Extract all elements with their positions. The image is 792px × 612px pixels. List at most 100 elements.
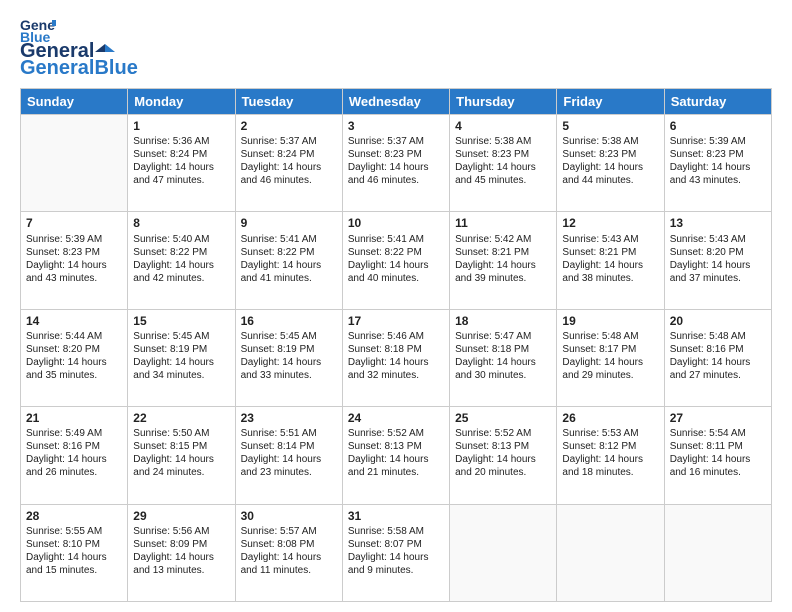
day-number: 17 bbox=[348, 313, 444, 329]
day-info: Sunrise: 5:36 AMSunset: 8:24 PMDaylight:… bbox=[133, 135, 229, 187]
day-header-saturday: Saturday bbox=[664, 89, 771, 115]
day-number: 25 bbox=[455, 410, 551, 426]
day-info: Sunrise: 5:39 AMSunset: 8:23 PMDaylight:… bbox=[670, 135, 766, 187]
calendar-day: 14Sunrise: 5:44 AMSunset: 8:20 PMDayligh… bbox=[21, 309, 128, 406]
day-number: 30 bbox=[241, 508, 337, 524]
calendar-header-row: SundayMondayTuesdayWednesdayThursdayFrid… bbox=[21, 89, 772, 115]
calendar-day: 30Sunrise: 5:57 AMSunset: 8:08 PMDayligh… bbox=[235, 504, 342, 601]
calendar-day bbox=[664, 504, 771, 601]
calendar-day: 12 Sunrise: 5:43 AMSunset: 8:21 PMDayligh… bbox=[557, 212, 664, 309]
day-info: Sunrise: 5:52 AMSunset: 8:13 PMDaylight:… bbox=[455, 427, 551, 479]
day-number: 18 bbox=[455, 313, 551, 329]
day-info: Sunrise: 5:39 AMSunset: 8:23 PMDaylight:… bbox=[26, 233, 122, 285]
calendar-day: 27Sunrise: 5:54 AMSunset: 8:11 PMDayligh… bbox=[664, 407, 771, 504]
day-header-friday: Friday bbox=[557, 89, 664, 115]
day-info: Sunrise: 5:42 AMSunset: 8:21 PMDaylight:… bbox=[455, 233, 551, 285]
calendar-day: 5Sunrise: 5:38 AMSunset: 8:23 PMDaylight… bbox=[557, 115, 664, 212]
calendar-week-0: 1Sunrise: 5:36 AMSunset: 8:24 PMDaylight… bbox=[21, 115, 772, 212]
calendar-day: 24Sunrise: 5:52 AMSunset: 8:13 PMDayligh… bbox=[342, 407, 449, 504]
day-info: Sunrise: 5:47 AMSunset: 8:18 PMDaylight:… bbox=[455, 330, 551, 382]
day-number: 13 bbox=[670, 215, 766, 231]
calendar-day: 11 Sunrise: 5:42 AMSunset: 8:21 PMDayligh… bbox=[450, 212, 557, 309]
day-header-wednesday: Wednesday bbox=[342, 89, 449, 115]
day-info: Sunrise: 5:49 AMSunset: 8:16 PMDaylight:… bbox=[26, 427, 122, 479]
day-info: Sunrise: 5:53 AMSunset: 8:12 PMDaylight:… bbox=[562, 427, 658, 479]
day-info: Sunrise: 5:37 AMSunset: 8:23 PMDaylight:… bbox=[348, 135, 444, 187]
day-info: Sunrise: 5:41 AMSunset: 8:22 PMDaylight:… bbox=[348, 233, 444, 285]
day-info: Sunrise: 5:52 AMSunset: 8:13 PMDaylight:… bbox=[348, 427, 444, 479]
day-number: 23 bbox=[241, 410, 337, 426]
day-info: Sunrise: 5:41 AMSunset: 8:22 PMDaylight:… bbox=[241, 233, 337, 285]
day-number: 24 bbox=[348, 410, 444, 426]
day-number: 8 bbox=[133, 215, 229, 231]
calendar-week-1: 7Sunrise: 5:39 AMSunset: 8:23 PMDaylight… bbox=[21, 212, 772, 309]
day-number: 12 bbox=[562, 215, 658, 231]
day-info: Sunrise: 5:38 AMSunset: 8:23 PMDaylight:… bbox=[455, 135, 551, 187]
calendar-day bbox=[21, 115, 128, 212]
page: General Blue General GeneralBlue bbox=[0, 0, 792, 612]
day-number: 4 bbox=[455, 118, 551, 134]
day-info: Sunrise: 5:48 AMSunset: 8:16 PMDaylight:… bbox=[670, 330, 766, 382]
calendar-day bbox=[557, 504, 664, 601]
day-header-monday: Monday bbox=[128, 89, 235, 115]
calendar-day: 26Sunrise: 5:53 AMSunset: 8:12 PMDayligh… bbox=[557, 407, 664, 504]
day-number: 19 bbox=[562, 313, 658, 329]
day-info: Sunrise: 5:51 AMSunset: 8:14 PMDaylight:… bbox=[241, 427, 337, 479]
day-info: Sunrise: 5:50 AMSunset: 8:15 PMDaylight:… bbox=[133, 427, 229, 479]
day-info: Sunrise: 5:38 AMSunset: 8:23 PMDaylight:… bbox=[562, 135, 658, 187]
calendar-day: 16Sunrise: 5:45 AMSunset: 8:19 PMDayligh… bbox=[235, 309, 342, 406]
calendar-day: 1Sunrise: 5:36 AMSunset: 8:24 PMDaylight… bbox=[128, 115, 235, 212]
calendar-table: SundayMondayTuesdayWednesdayThursdayFrid… bbox=[20, 88, 772, 602]
day-info: Sunrise: 5:55 AMSunset: 8:10 PMDaylight:… bbox=[26, 525, 122, 577]
day-info: Sunrise: 5:43 AMSunset: 8:21 PMDaylight:… bbox=[562, 233, 658, 285]
day-number: 15 bbox=[133, 313, 229, 329]
calendar-day: 15Sunrise: 5:45 AMSunset: 8:19 PMDayligh… bbox=[128, 309, 235, 406]
calendar-day: 25Sunrise: 5:52 AMSunset: 8:13 PMDayligh… bbox=[450, 407, 557, 504]
calendar-day: 8 Sunrise: 5:40 AMSunset: 8:22 PMDaylight… bbox=[128, 212, 235, 309]
calendar-day: 6Sunrise: 5:39 AMSunset: 8:23 PMDaylight… bbox=[664, 115, 771, 212]
calendar-day: 13Sunrise: 5:43 AMSunset: 8:20 PMDayligh… bbox=[664, 212, 771, 309]
calendar-day: 3Sunrise: 5:37 AMSunset: 8:23 PMDaylight… bbox=[342, 115, 449, 212]
day-number: 22 bbox=[133, 410, 229, 426]
calendar-week-3: 21Sunrise: 5:49 AMSunset: 8:16 PMDayligh… bbox=[21, 407, 772, 504]
day-number: 9 bbox=[241, 215, 337, 231]
calendar-day: 20Sunrise: 5:48 AMSunset: 8:16 PMDayligh… bbox=[664, 309, 771, 406]
logo-blue: GeneralBlue bbox=[20, 57, 138, 80]
day-number: 21 bbox=[26, 410, 122, 426]
day-number: 20 bbox=[670, 313, 766, 329]
day-number: 27 bbox=[670, 410, 766, 426]
calendar-day: 23Sunrise: 5:51 AMSunset: 8:14 PMDayligh… bbox=[235, 407, 342, 504]
calendar-day: 9 Sunrise: 5:41 AMSunset: 8:22 PMDaylight… bbox=[235, 212, 342, 309]
calendar-day: 17Sunrise: 5:46 AMSunset: 8:18 PMDayligh… bbox=[342, 309, 449, 406]
day-info: Sunrise: 5:37 AMSunset: 8:24 PMDaylight:… bbox=[241, 135, 337, 187]
day-info: Sunrise: 5:45 AMSunset: 8:19 PMDaylight:… bbox=[241, 330, 337, 382]
day-header-thursday: Thursday bbox=[450, 89, 557, 115]
calendar-day: 22Sunrise: 5:50 AMSunset: 8:15 PMDayligh… bbox=[128, 407, 235, 504]
day-number: 16 bbox=[241, 313, 337, 329]
day-info: Sunrise: 5:54 AMSunset: 8:11 PMDaylight:… bbox=[670, 427, 766, 479]
day-info: Sunrise: 5:40 AMSunset: 8:22 PMDaylight:… bbox=[133, 233, 229, 285]
day-number: 10 bbox=[348, 215, 444, 231]
calendar-day: 19Sunrise: 5:48 AMSunset: 8:17 PMDayligh… bbox=[557, 309, 664, 406]
day-number: 26 bbox=[562, 410, 658, 426]
header: General Blue General GeneralBlue bbox=[20, 16, 772, 80]
calendar-day: 29Sunrise: 5:56 AMSunset: 8:09 PMDayligh… bbox=[128, 504, 235, 601]
day-info: Sunrise: 5:45 AMSunset: 8:19 PMDaylight:… bbox=[133, 330, 229, 382]
day-number: 5 bbox=[562, 118, 658, 134]
day-info: Sunrise: 5:58 AMSunset: 8:07 PMDaylight:… bbox=[348, 525, 444, 577]
day-number: 11 bbox=[455, 215, 551, 231]
calendar-day bbox=[450, 504, 557, 601]
calendar-day: 4Sunrise: 5:38 AMSunset: 8:23 PMDaylight… bbox=[450, 115, 557, 212]
calendar-day: 10 Sunrise: 5:41 AMSunset: 8:22 PMDayligh… bbox=[342, 212, 449, 309]
day-info: Sunrise: 5:57 AMSunset: 8:08 PMDaylight:… bbox=[241, 525, 337, 577]
day-info: Sunrise: 5:44 AMSunset: 8:20 PMDaylight:… bbox=[26, 330, 122, 382]
calendar-day: 28Sunrise: 5:55 AMSunset: 8:10 PMDayligh… bbox=[21, 504, 128, 601]
calendar-day: 21Sunrise: 5:49 AMSunset: 8:16 PMDayligh… bbox=[21, 407, 128, 504]
calendar-day: 7Sunrise: 5:39 AMSunset: 8:23 PMDaylight… bbox=[21, 212, 128, 309]
calendar-week-2: 14Sunrise: 5:44 AMSunset: 8:20 PMDayligh… bbox=[21, 309, 772, 406]
day-number: 14 bbox=[26, 313, 122, 329]
day-number: 6 bbox=[670, 118, 766, 134]
day-header-tuesday: Tuesday bbox=[235, 89, 342, 115]
day-header-sunday: Sunday bbox=[21, 89, 128, 115]
logo: General Blue General GeneralBlue bbox=[20, 16, 138, 80]
